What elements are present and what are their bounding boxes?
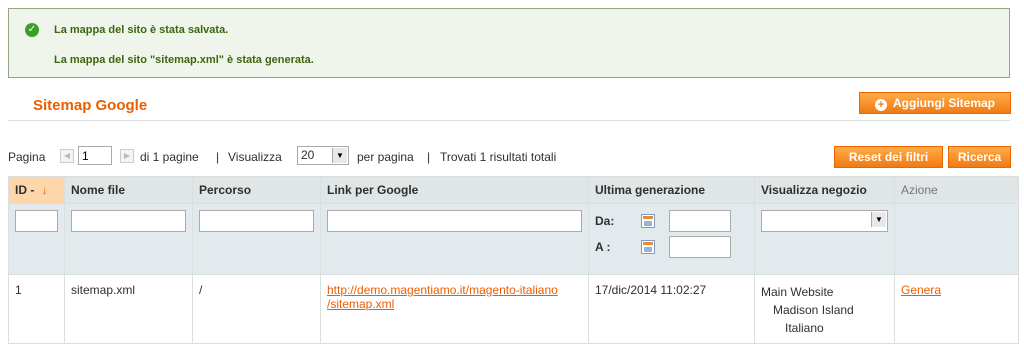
header-divider: [8, 120, 1010, 121]
filter-cell: [320, 203, 589, 275]
column-header-path[interactable]: Percorso: [192, 176, 321, 204]
search-button[interactable]: Ricerca: [948, 146, 1011, 168]
prev-page-arrow-icon[interactable]: ◀: [60, 149, 74, 163]
column-header-store[interactable]: Visualizza negozio: [754, 176, 895, 204]
generate-link[interactable]: Genera: [901, 283, 941, 297]
filter-cell: [192, 203, 321, 275]
sitemap-grid: ID - ↓ Nome file Percorso Link per Googl…: [8, 176, 1019, 344]
page-count-text: di 1 pagine: [140, 150, 199, 164]
pager-separator: |: [427, 150, 431, 164]
date-to-input[interactable]: [669, 236, 731, 258]
reset-filter-button[interactable]: Reset dei filtri: [834, 146, 943, 168]
link-filter-input[interactable]: [327, 210, 582, 232]
table-row: 1 sitemap.xml / http://demo.magentiamo.i…: [8, 274, 1019, 344]
filter-cell: ▼: [754, 203, 895, 275]
pager-separator: |: [216, 150, 220, 164]
filename-filter-input[interactable]: [71, 210, 186, 232]
column-header-action: Azione: [894, 176, 1019, 204]
cell-last-generated: 17/dic/2014 11:02:27: [588, 274, 755, 344]
date-from-label: Da:: [595, 214, 615, 228]
cell-id: 1: [8, 274, 65, 344]
column-header-id[interactable]: ID - ↓: [8, 176, 65, 204]
next-page-arrow-icon[interactable]: ▶: [120, 149, 134, 163]
cell-store: Main Website Madison Island Italiano: [754, 274, 895, 344]
header-row: ID - ↓ Nome file Percorso Link per Googl…: [8, 176, 1019, 204]
store-filter-select[interactable]: ▼: [761, 210, 888, 232]
per-page-select[interactable]: 20 ▼: [297, 146, 349, 165]
results-count: Trovati 1 risultati totali: [440, 150, 557, 164]
add-sitemap-button[interactable]: + Aggiungi Sitemap: [859, 92, 1011, 114]
date-to-field: A :: [595, 236, 748, 260]
page-number-input[interactable]: [78, 146, 112, 165]
store-group: Madison Island: [773, 303, 854, 317]
filter-cell: [64, 203, 193, 275]
cell-filename: sitemap.xml: [64, 274, 193, 344]
filter-cell: Da: A :: [588, 203, 755, 275]
store-view: Italiano: [785, 321, 824, 335]
page-label: Pagina: [8, 150, 46, 164]
sort-down-arrow-icon: ↓: [41, 183, 48, 197]
column-header-last-generated[interactable]: Ultima generazione: [588, 176, 755, 204]
sitemap-link-part1[interactable]: http://demo.magentiamo.it/magento-italia…: [327, 283, 558, 297]
store-website: Main Website: [761, 285, 834, 299]
id-filter-input[interactable]: [15, 210, 58, 232]
success-check-icon: ✓: [25, 23, 39, 37]
chevron-down-icon: ▼: [871, 212, 886, 227]
column-header-filename[interactable]: Nome file: [64, 176, 193, 204]
sitemap-link-part2[interactable]: /sitemap.xml: [327, 297, 394, 311]
column-header-link[interactable]: Link per Google: [320, 176, 589, 204]
plus-icon: +: [875, 99, 887, 111]
date-from-input[interactable]: [669, 210, 731, 232]
view-label: Visualizza: [228, 150, 282, 164]
filter-cell: [894, 203, 1019, 275]
success-message-generated: La mappa del sito "sitemap.xml" è stata …: [54, 54, 314, 66]
date-from-field: Da:: [595, 210, 748, 234]
page-title: Sitemap Google: [33, 97, 148, 114]
calendar-icon[interactable]: [641, 240, 655, 254]
chevron-down-icon: ▼: [332, 148, 347, 163]
path-filter-input[interactable]: [199, 210, 314, 232]
add-sitemap-label: Aggiungi Sitemap: [893, 96, 995, 110]
per-page-value: 20: [301, 148, 315, 162]
per-page-label: per pagina: [357, 150, 414, 164]
date-to-label: A :: [595, 240, 611, 254]
cell-link: http://demo.magentiamo.it/magento-italia…: [320, 274, 589, 344]
cell-path: /: [192, 274, 321, 344]
success-message-saved: La mappa del sito è stata salvata.: [54, 24, 229, 36]
messages-box: ✓ La mappa del sito è stata salvata. La …: [8, 8, 1010, 78]
filter-row: Da: A : ▼: [8, 203, 1019, 275]
filter-cell: [8, 203, 65, 275]
calendar-icon[interactable]: [641, 214, 655, 228]
cell-action: Genera: [894, 274, 1019, 344]
